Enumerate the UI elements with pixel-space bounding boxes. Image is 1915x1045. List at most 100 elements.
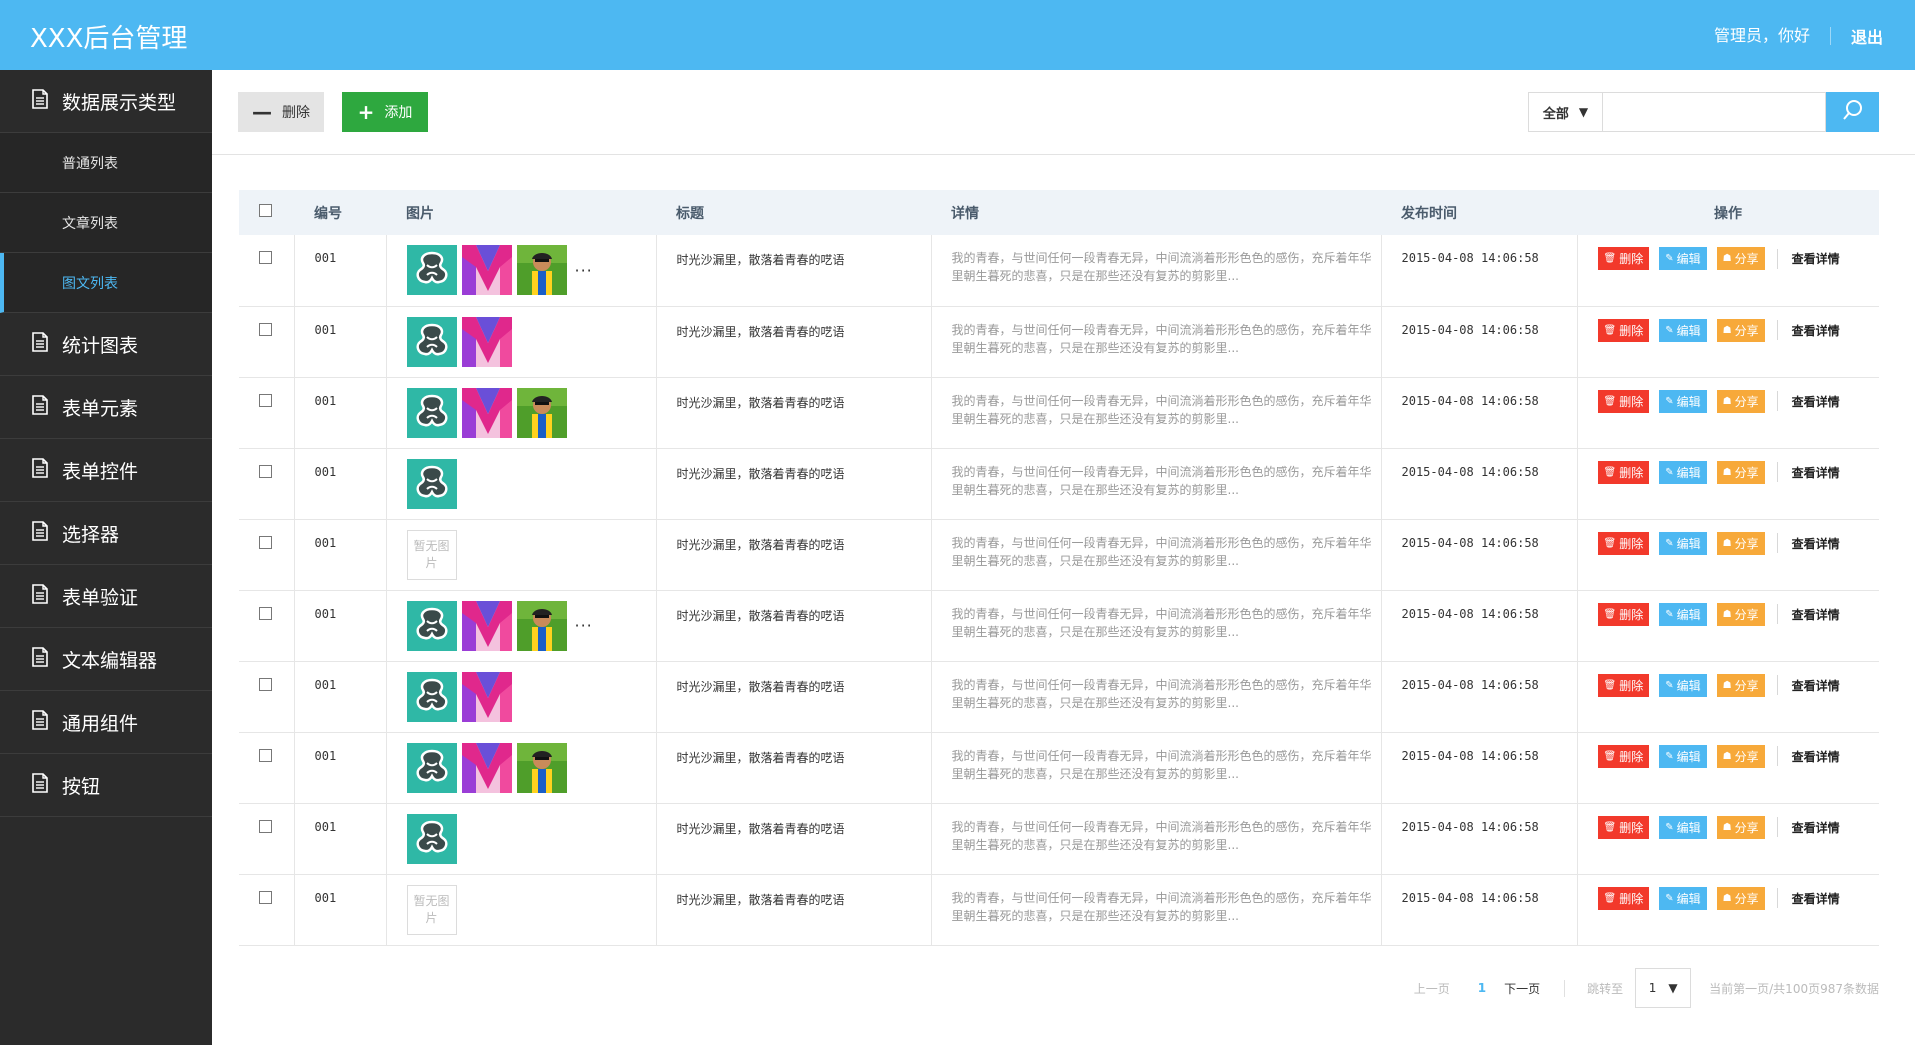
thumbnail-image[interactable] — [461, 600, 512, 651]
row-edit-button[interactable]: ✎ 编辑 — [1659, 815, 1707, 839]
row-checkbox[interactable] — [259, 677, 272, 691]
thumbnail-image[interactable] — [406, 671, 457, 722]
thumbnail-image[interactable] — [516, 742, 567, 793]
row-delete-button[interactable]: 🗑 删除 — [1597, 247, 1650, 270]
pagination: 上一页 1 下一页 跳转至 1 ▼ 当前第一页/共100页987条数据 — [1414, 968, 1879, 1008]
row-edit-button[interactable]: ✎ 编辑 — [1659, 318, 1707, 342]
row-delete-button[interactable]: 🗑 删除 — [1597, 389, 1650, 413]
select-all-checkbox[interactable] — [259, 204, 272, 217]
next-page-link[interactable]: 下一页 — [1504, 979, 1566, 997]
row-view-details-link[interactable]: 查看详情 — [1792, 606, 1840, 623]
row-share-button[interactable]: ☗ 分享 — [1716, 673, 1765, 697]
row-share-button[interactable]: ☗ 分享 — [1716, 318, 1765, 342]
thumbnail-image[interactable] — [406, 316, 457, 367]
sidebar-item[interactable]: 数据展示类型 — [0, 70, 212, 133]
sidebar-item[interactable]: 表单控件 — [0, 439, 212, 502]
thumbnail-image[interactable] — [461, 316, 512, 367]
edit-icon: ✎ — [1665, 750, 1674, 762]
sidebar-item[interactable]: 表单元素 — [0, 376, 212, 439]
sidebar-item[interactable]: 表单验证 — [0, 565, 212, 628]
thumbnail-image[interactable] — [406, 600, 457, 651]
row-checkbox[interactable] — [259, 393, 272, 407]
row-delete-button[interactable]: 🗑 删除 — [1597, 460, 1650, 484]
page-number-current[interactable]: 1 — [1472, 981, 1492, 995]
row-checkbox[interactable] — [259, 464, 272, 478]
row-view-details-link[interactable]: 查看详情 — [1792, 890, 1840, 907]
sidebar-subitem[interactable]: 普通列表 — [0, 133, 212, 193]
document-icon — [32, 394, 48, 420]
row-view-details-link[interactable]: 查看详情 — [1792, 250, 1840, 267]
row-edit-button[interactable]: ✎ 编辑 — [1659, 460, 1707, 484]
filter-dropdown[interactable]: 全部 ▼ — [1528, 92, 1602, 132]
thumbnail-image[interactable] — [406, 245, 457, 295]
row-view-details-link[interactable]: 查看详情 — [1792, 748, 1840, 765]
row-share-button[interactable]: ☗ 分享 — [1716, 460, 1765, 484]
sidebar-item[interactable]: 按钮 — [0, 754, 212, 817]
page-jump-select[interactable]: 1 ▼ — [1635, 968, 1692, 1008]
logout-link[interactable]: 退出 — [1831, 24, 1883, 48]
row-delete-button[interactable]: 🗑 删除 — [1597, 815, 1650, 839]
thumbnail-image[interactable] — [406, 742, 457, 793]
row-view-details-link[interactable]: 查看详情 — [1792, 393, 1840, 410]
row-checkbox[interactable] — [259, 890, 272, 904]
thumbnail-image[interactable] — [516, 600, 567, 651]
sidebar-subitem[interactable]: 图文列表 — [0, 253, 212, 313]
row-delete-button[interactable]: 🗑 删除 — [1597, 318, 1650, 342]
row-edit-button[interactable]: ✎ 编辑 — [1659, 673, 1707, 697]
thumbnail-image[interactable] — [516, 245, 567, 295]
row-view-details-link[interactable]: 查看详情 — [1792, 535, 1840, 552]
thumbnail-image[interactable] — [406, 813, 457, 864]
row-checkbox[interactable] — [259, 748, 272, 762]
sidebar-item[interactable]: 统计图表 — [0, 313, 212, 376]
row-share-button[interactable]: ☗ 分享 — [1716, 602, 1765, 626]
search-input[interactable] — [1602, 92, 1826, 132]
row-delete-button[interactable]: 🗑 删除 — [1597, 673, 1650, 697]
row-share-button[interactable]: ☗ 分享 — [1716, 247, 1765, 270]
row-checkbox[interactable] — [259, 606, 272, 620]
thumbnail-image[interactable] — [461, 387, 512, 438]
thumbnail-image[interactable] — [406, 387, 457, 438]
thumbnail-image[interactable] — [516, 387, 567, 438]
add-button[interactable]: + 添加 — [342, 92, 428, 132]
row-delete-button[interactable]: 🗑 删除 — [1597, 744, 1650, 768]
sidebar-item[interactable]: 选择器 — [0, 502, 212, 565]
row-edit-button[interactable]: ✎ 编辑 — [1659, 886, 1707, 910]
thumbnail-image[interactable] — [461, 245, 512, 295]
delete-button[interactable]: — 删除 — [238, 92, 324, 132]
document-icon — [32, 457, 48, 483]
sidebar-item[interactable]: 通用组件 — [0, 691, 212, 754]
more-images-indicator[interactable]: ··· — [575, 261, 593, 280]
sidebar-item[interactable]: 文本编辑器 — [0, 628, 212, 691]
more-images-indicator[interactable]: ··· — [575, 616, 593, 635]
row-share-button[interactable]: ☗ 分享 — [1716, 389, 1765, 413]
select-all-cell — [239, 190, 294, 235]
row-share-button[interactable]: ☗ 分享 — [1716, 744, 1765, 768]
prev-page-link[interactable]: 上一页 — [1414, 980, 1450, 997]
row-checkbox[interactable] — [259, 819, 272, 833]
row-view-details-link[interactable]: 查看详情 — [1792, 322, 1840, 339]
sidebar-subitem[interactable]: 文章列表 — [0, 193, 212, 253]
row-delete-button[interactable]: 🗑 删除 — [1597, 531, 1650, 555]
row-delete-button[interactable]: 🗑 删除 — [1597, 886, 1650, 910]
search-button[interactable] — [1826, 92, 1879, 132]
row-view-details-link[interactable]: 查看详情 — [1792, 819, 1840, 836]
edit-icon: ✎ — [1665, 253, 1674, 264]
row-share-button[interactable]: ☗ 分享 — [1716, 886, 1765, 910]
no-image-placeholder: 暂无图片 — [406, 884, 457, 935]
row-delete-button[interactable]: 🗑 删除 — [1597, 602, 1650, 626]
row-edit-button[interactable]: ✎ 编辑 — [1659, 602, 1707, 626]
thumbnail-image[interactable] — [461, 671, 512, 722]
row-share-button[interactable]: ☗ 分享 — [1716, 815, 1765, 839]
row-edit-button[interactable]: ✎ 编辑 — [1659, 247, 1707, 270]
row-checkbox[interactable] — [259, 251, 272, 264]
row-view-details-link[interactable]: 查看详情 — [1792, 464, 1840, 481]
row-edit-button[interactable]: ✎ 编辑 — [1659, 744, 1707, 768]
row-checkbox[interactable] — [259, 535, 272, 549]
thumbnail-image[interactable] — [406, 458, 457, 509]
row-view-details-link[interactable]: 查看详情 — [1792, 677, 1840, 694]
row-share-button[interactable]: ☗ 分享 — [1716, 531, 1765, 555]
row-checkbox[interactable] — [259, 322, 272, 336]
row-edit-button[interactable]: ✎ 编辑 — [1659, 389, 1707, 413]
row-edit-button[interactable]: ✎ 编辑 — [1659, 531, 1707, 555]
thumbnail-image[interactable] — [461, 742, 512, 793]
